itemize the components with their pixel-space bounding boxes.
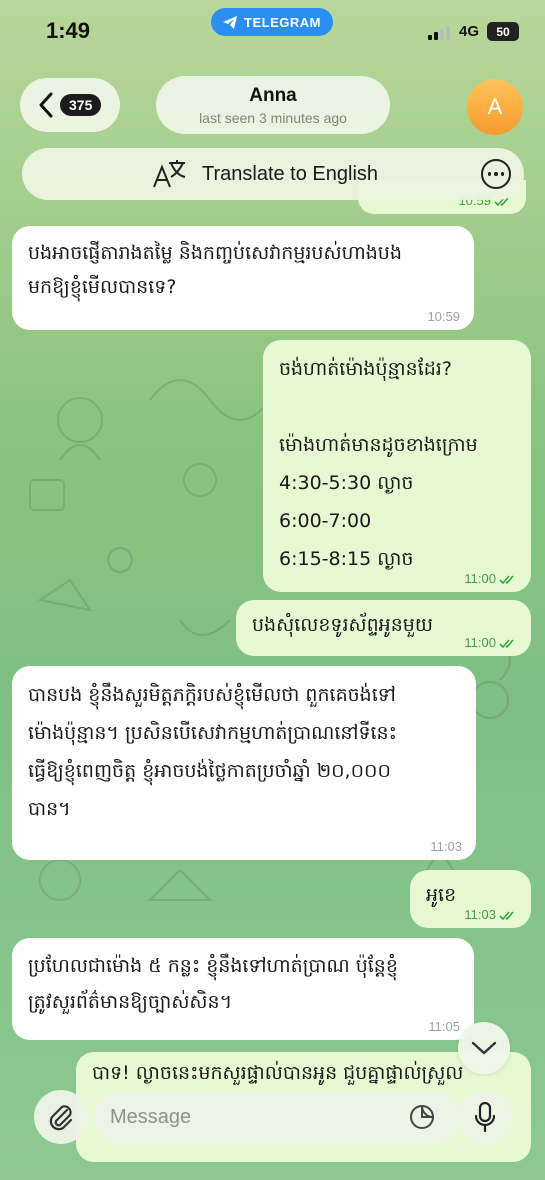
message-bubble-incoming[interactable]: បងអាចផ្ញើតារាងតម្លៃ និងកញ្ចប់សេវាកម្មរបស… — [12, 226, 474, 330]
telegram-icon — [223, 15, 238, 29]
scroll-down-button[interactable] — [458, 1022, 510, 1074]
attach-button[interactable] — [34, 1090, 88, 1144]
double-check-icon — [499, 639, 514, 649]
back-button[interactable]: 375 — [20, 78, 120, 132]
banner-label: TELEGRAM — [244, 14, 321, 30]
battery-indicator: 50 — [487, 22, 519, 41]
status-time: 1:49 — [46, 18, 91, 43]
translate-bar[interactable]: Translate to English — [22, 148, 524, 200]
message-bubble-outgoing[interactable]: អូខេ 11:03 — [410, 870, 531, 928]
network-label: 4G — [459, 23, 480, 40]
unread-count-badge: 375 — [60, 94, 102, 116]
paperclip-icon — [49, 1105, 73, 1131]
signal-icon — [428, 26, 450, 40]
chevron-left-icon — [39, 92, 53, 118]
double-check-icon — [499, 911, 514, 921]
double-check-icon — [499, 575, 514, 585]
message-time: 11:00 — [464, 636, 517, 650]
translate-icon — [153, 160, 186, 188]
message-time: 11:03 — [430, 839, 462, 854]
contact-name: Anna — [249, 85, 297, 106]
message-time: 11:05 — [428, 1019, 460, 1034]
message-bubble-outgoing[interactable]: បងសុំលេខទូរស័ព្ទអូនមួយ 11:00 — [236, 600, 531, 656]
message-time: 10:59 — [427, 309, 460, 324]
chevron-down-icon — [471, 1041, 497, 1055]
message-text: បាទ! ល្ងាចនេះមកសួរផ្ទាល់បានអូន ជួបគ្នាផ្… — [92, 1062, 464, 1084]
message-text: បងអាចផ្ញើតារាងតម្លៃ និងកញ្ចប់សេវាកម្មរបស… — [28, 242, 402, 298]
message-text: ចង់ហាត់ម៉ោងប៉ុន្មានដែរ? ម៉ោងហាត់មានដូចខា… — [279, 358, 478, 570]
more-icon[interactable] — [481, 159, 511, 189]
message-time: 11:03 — [464, 908, 517, 922]
telegram-banner[interactable]: TELEGRAM — [211, 8, 333, 36]
microphone-button[interactable] — [458, 1090, 512, 1144]
message-bubble-outgoing[interactable]: ចង់ហាត់ម៉ោងប៉ុន្មានដែរ? ម៉ោងហាត់មានដូចខា… — [263, 340, 531, 592]
message-bubble-incoming[interactable]: បានបង ខ្ញុំនឹងសួរមិត្តភក្តិរបស់ខ្ញុំមើលថ… — [12, 666, 476, 860]
message-text: បានបង ខ្ញុំនឹងសួរមិត្តភក្តិរបស់ខ្ញុំមើលថ… — [28, 684, 397, 820]
message-text: ប្រហែលជាម៉ោង ៥ កន្លះ ខ្ញុំនឹងទៅហាត់ប្រាណ… — [28, 955, 398, 1013]
last-seen-status: last seen 3 minutes ago — [199, 110, 347, 126]
microphone-icon — [474, 1102, 496, 1132]
status-bar: 1:49 TELEGRAM 4G 50 — [0, 0, 545, 62]
translate-label: Translate to English — [202, 162, 379, 185]
message-bubble-incoming[interactable]: ប្រហែលជាម៉ោង ៥ កន្លះ ខ្ញុំនឹងទៅហាត់ប្រាណ… — [12, 938, 474, 1040]
message-time: 11:00 — [464, 572, 517, 586]
chat-title[interactable]: Anna last seen 3 minutes ago — [156, 76, 390, 134]
message-input[interactable] — [94, 1090, 460, 1144]
sticker-icon[interactable] — [408, 1103, 436, 1131]
avatar[interactable]: A — [467, 79, 523, 135]
